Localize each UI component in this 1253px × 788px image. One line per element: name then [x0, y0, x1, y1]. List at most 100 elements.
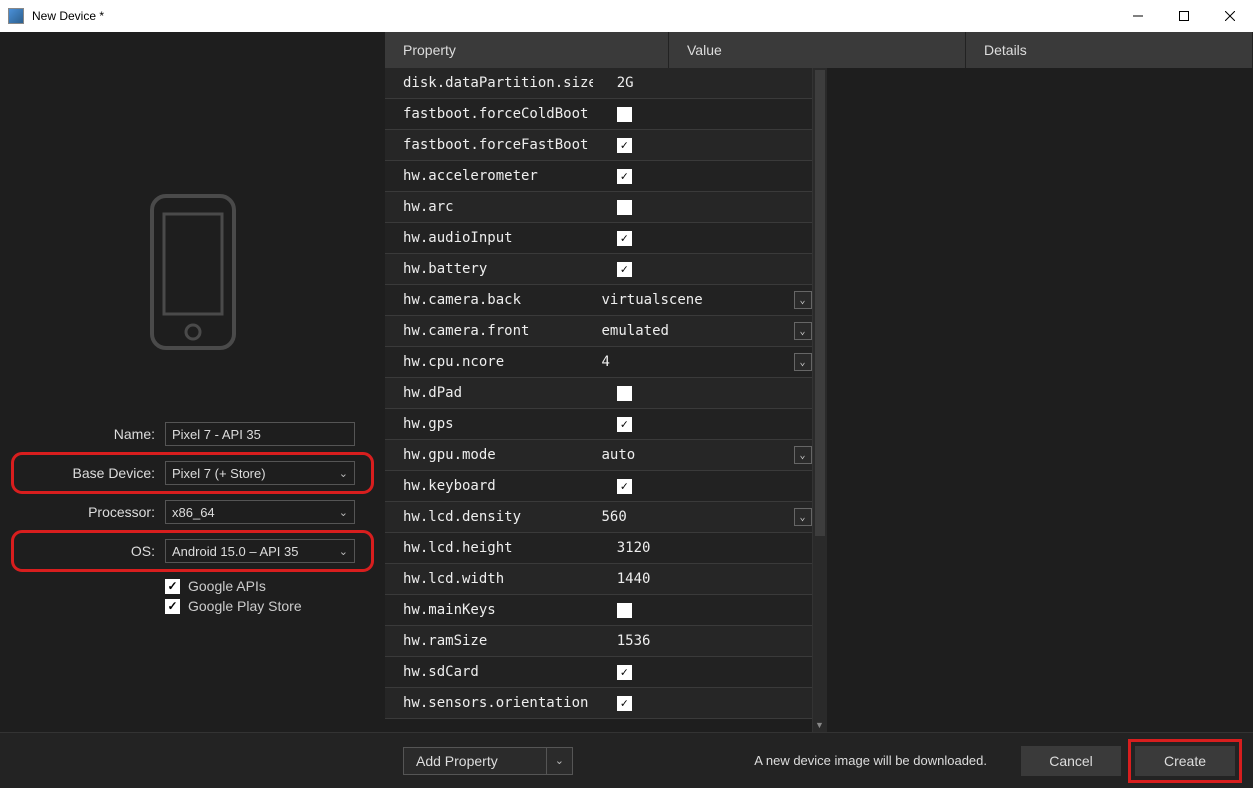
device-config-pane: Name: Pixel 7 - API 35 Base Device: Pixe… [0, 32, 385, 732]
property-value[interactable]: 4⌄ [578, 351, 812, 373]
table-row[interactable]: hw.dPad [385, 378, 812, 409]
vertical-scrollbar[interactable]: ▼ [812, 68, 827, 732]
property-value[interactable]: 3120 [593, 540, 812, 556]
checkbox[interactable]: ✓ [617, 138, 632, 153]
table-row[interactable]: hw.camera.front emulated⌄ [385, 316, 812, 347]
property-key: hw.camera.front [385, 323, 578, 339]
table-row[interactable]: hw.lcd.height3120 [385, 533, 812, 564]
table-row[interactable]: hw.sdCard ✓ [385, 657, 812, 688]
create-button[interactable]: Create [1135, 746, 1235, 776]
google-play-checkbox[interactable]: ✓ [165, 599, 180, 614]
table-row[interactable]: disk.dataPartition.size2G [385, 68, 812, 99]
checkbox[interactable]: ✓ [617, 231, 632, 246]
property-value[interactable]: virtualscene⌄ [578, 289, 812, 311]
table-row[interactable]: hw.gpu.modeauto⌄ [385, 440, 812, 471]
property-value[interactable]: ✓ [593, 665, 812, 680]
chevron-down-icon: ⌄ [339, 506, 348, 519]
property-value[interactable]: 1536 [593, 633, 812, 649]
property-value[interactable]: 2G [593, 75, 812, 91]
google-play-label: Google Play Store [188, 598, 302, 614]
table-row[interactable]: hw.camera.back virtualscene⌄ [385, 285, 812, 316]
google-apis-checkbox[interactable]: ✓ [165, 579, 180, 594]
property-key: hw.lcd.height [385, 540, 593, 556]
cancel-button[interactable]: Cancel [1021, 746, 1121, 776]
table-row[interactable]: hw.arc [385, 192, 812, 223]
add-property-button[interactable]: Add Property ⌄ [403, 747, 573, 775]
property-value[interactable]: ✓ [593, 417, 812, 432]
property-key: hw.accelerometer [385, 168, 593, 184]
checkbox[interactable]: ✓ [617, 665, 632, 680]
property-key: fastboot.forceFastBoot [385, 137, 593, 153]
app-icon [8, 8, 24, 24]
table-row[interactable]: hw.keyboard ✓ [385, 471, 812, 502]
checkbox[interactable] [617, 603, 632, 618]
property-key: hw.keyboard [385, 478, 593, 494]
table-row[interactable]: hw.battery✓ [385, 254, 812, 285]
base-device-select[interactable]: Pixel 7 (+ Store)⌄ [165, 461, 355, 485]
table-row[interactable]: hw.mainKeys [385, 595, 812, 626]
property-key: hw.lcd.density [385, 509, 578, 525]
table-row[interactable]: hw.lcd.density 560⌄ [385, 502, 812, 533]
checkbox[interactable]: ✓ [617, 262, 632, 277]
table-row[interactable]: hw.cpu.ncore4⌄ [385, 347, 812, 378]
property-value[interactable]: ✓ [593, 138, 812, 153]
name-input[interactable]: Pixel 7 - API 35 [165, 422, 355, 446]
minimize-button[interactable] [1115, 0, 1161, 32]
os-label: OS: [20, 543, 165, 559]
processor-select[interactable]: x86_64⌄ [165, 500, 355, 524]
value-dropdown[interactable]: 560⌄ [602, 506, 812, 528]
column-header-value[interactable]: Value [669, 32, 966, 68]
checkbox[interactable] [617, 107, 632, 122]
processor-label: Processor: [20, 504, 165, 520]
property-key: hw.camera.back [385, 292, 578, 308]
property-key: hw.gps [385, 416, 593, 432]
os-select[interactable]: Android 15.0 – API 35⌄ [165, 539, 355, 563]
column-header-details[interactable]: Details [966, 32, 1253, 68]
property-value[interactable]: ✓ [593, 231, 812, 246]
value-dropdown[interactable]: virtualscene⌄ [602, 289, 812, 311]
scroll-down-icon[interactable]: ▼ [813, 718, 827, 732]
checkbox[interactable] [617, 386, 632, 401]
property-value[interactable] [593, 107, 812, 122]
chevron-down-icon: ⌄ [339, 545, 348, 558]
property-value[interactable] [593, 603, 812, 618]
property-value[interactable] [593, 386, 812, 401]
close-button[interactable] [1207, 0, 1253, 32]
table-row[interactable]: hw.gps ✓ [385, 409, 812, 440]
table-row[interactable]: hw.ramSize1536 [385, 626, 812, 657]
property-value[interactable]: ✓ [593, 696, 812, 711]
table-row[interactable]: fastboot.forceColdBoot [385, 99, 812, 130]
property-value[interactable]: auto⌄ [578, 444, 812, 466]
titlebar: New Device * [0, 0, 1253, 32]
property-key: hw.sensors.orientation [385, 695, 593, 711]
value-dropdown[interactable]: auto⌄ [602, 444, 812, 466]
value-dropdown[interactable]: emulated⌄ [602, 320, 812, 342]
property-value[interactable]: ✓ [593, 169, 812, 184]
property-key: fastboot.forceColdBoot [385, 106, 593, 122]
chevron-down-icon: ⌄ [794, 291, 812, 309]
column-header-property[interactable]: Property [385, 32, 669, 68]
checkbox[interactable]: ✓ [617, 479, 632, 494]
table-row[interactable]: hw.sensors.orientation ✓ [385, 688, 812, 719]
table-row[interactable]: hw.audioInput✓ [385, 223, 812, 254]
checkbox[interactable]: ✓ [617, 169, 632, 184]
scrollbar-thumb[interactable] [815, 70, 825, 536]
maximize-button[interactable] [1161, 0, 1207, 32]
property-key: hw.sdCard [385, 664, 593, 680]
property-key: hw.lcd.width [385, 571, 593, 587]
table-row[interactable]: hw.lcd.width1440 [385, 564, 812, 595]
property-value[interactable]: emulated⌄ [578, 320, 812, 342]
property-value[interactable]: 560⌄ [578, 506, 812, 528]
property-value[interactable]: 1440 [593, 571, 812, 587]
checkbox[interactable]: ✓ [617, 417, 632, 432]
checkbox[interactable]: ✓ [617, 696, 632, 711]
value-dropdown[interactable]: 4⌄ [602, 351, 812, 373]
property-value[interactable]: ✓ [593, 262, 812, 277]
property-value[interactable] [593, 200, 812, 215]
table-row[interactable]: hw.accelerometer ✓ [385, 161, 812, 192]
property-key: hw.mainKeys [385, 602, 593, 618]
base-device-label: Base Device: [20, 465, 165, 481]
checkbox[interactable] [617, 200, 632, 215]
property-value[interactable]: ✓ [593, 479, 812, 494]
table-row[interactable]: fastboot.forceFastBoot ✓ [385, 130, 812, 161]
